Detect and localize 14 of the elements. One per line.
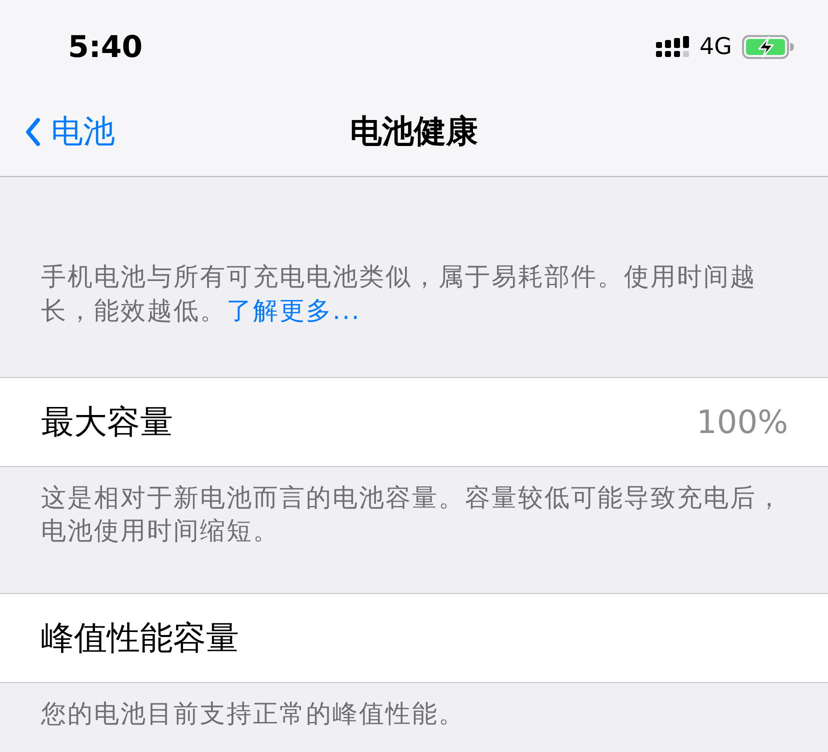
page-title: 电池健康 bbox=[350, 111, 478, 152]
section-footer-text: 这是相对于新电池而言的电池容量。容量较低可能导致充电后，电池使用时间缩短。 bbox=[40, 482, 784, 547]
learn-more-link[interactable]: 了解更多... bbox=[226, 296, 361, 325]
section-footer-text: 您的电池目前支持正常的峰值性能。 bbox=[40, 698, 466, 730]
back-button[interactable]: 电池 bbox=[0, 110, 115, 154]
status-time: 5:40 bbox=[68, 30, 143, 64]
back-chevron-icon bbox=[25, 118, 41, 146]
signal-icon bbox=[656, 36, 690, 58]
network-type: 4G bbox=[700, 34, 732, 60]
row-label: 峰值性能容量 bbox=[41, 616, 239, 658]
battery-charging-icon bbox=[742, 35, 794, 59]
intro-text: 手机电池与所有可充电电池类似，属于易耗部件。使用时间越长，能效越低。了解更多... bbox=[40, 261, 758, 327]
row-value: 100% bbox=[696, 403, 788, 441]
row-label: 最大容量 bbox=[41, 400, 173, 442]
